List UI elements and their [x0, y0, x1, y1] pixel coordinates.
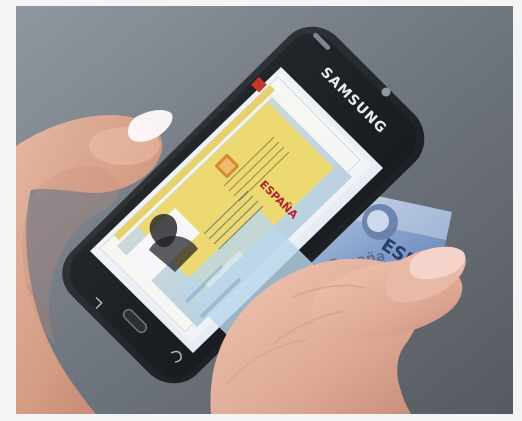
photo-frame: ESPAÑA España SAMSUNG — [0, 0, 522, 421]
front-camera — [381, 87, 391, 97]
scene-illustration: ESPAÑA España SAMSUNG — [0, 0, 522, 421]
